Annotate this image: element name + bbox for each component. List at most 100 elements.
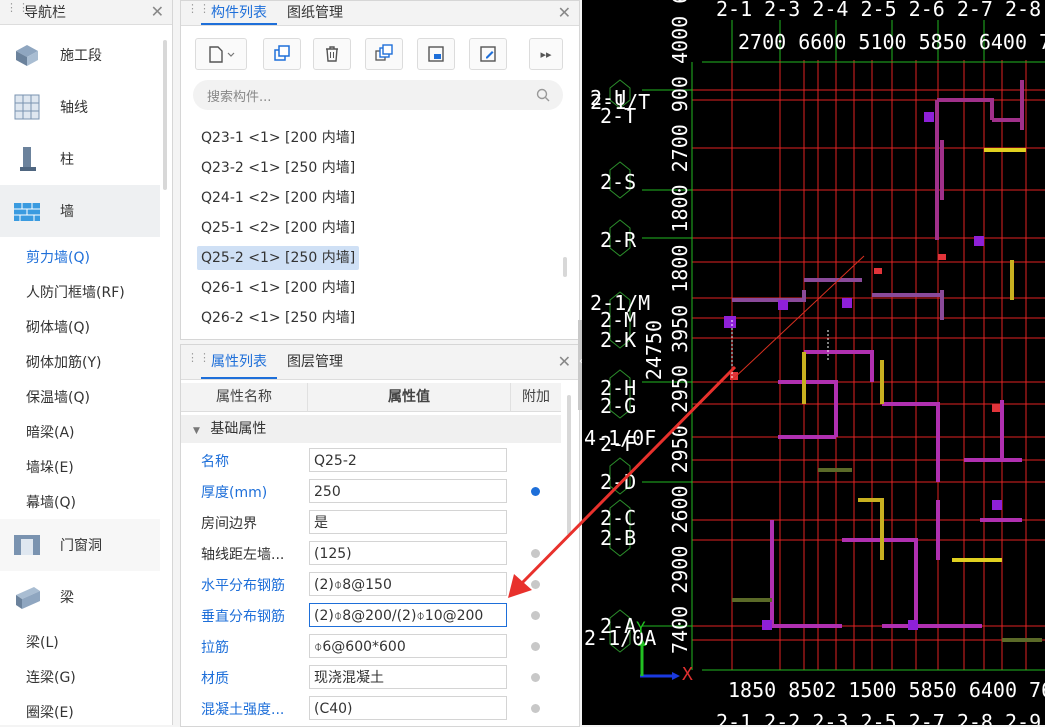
list-item[interactable]: Q26-2 <1> [250 内墙] — [197, 306, 359, 330]
property-name: 名称 — [201, 454, 229, 470]
property-name: 房间边界 — [201, 516, 257, 532]
axis-label: 2-S — [600, 170, 637, 194]
edit-component-button[interactable] — [469, 38, 507, 70]
list-item[interactable]: Q23-2 <1> [250 内墙] — [197, 156, 359, 180]
property-value-field[interactable]: (125) — [309, 541, 507, 565]
nav-item-masonry-reinforcement[interactable]: 砌体加筋(Y) — [26, 352, 101, 372]
nav-category-beam[interactable]: 梁 — [0, 571, 160, 623]
attach-unchecked-icon[interactable] — [531, 549, 540, 558]
save-component-button[interactable] — [417, 38, 455, 70]
nav-item-civil-defense-door-wall[interactable]: 人防门框墙(RF) — [26, 282, 125, 302]
axis-label: 2-B — [600, 526, 637, 550]
axis-label: 2-F — [600, 432, 637, 456]
navigation-panel: ⋮⋮ 导航栏 ✕ 施工段 轴线 柱 墙 剪力墙(Q) 人防门框墙(RF) 砌体墙… — [0, 0, 173, 725]
axis-grid-icon — [14, 94, 40, 120]
axis-label: 2-G — [600, 394, 637, 418]
property-value-field[interactable]: 是 — [309, 510, 507, 534]
list-item[interactable]: Q25-1 <2> [200 内墙] — [197, 216, 359, 240]
double-chevron-right-icon: ▸▸ — [540, 47, 552, 61]
close-icon[interactable]: ✕ — [558, 3, 571, 22]
drag-grip-icon[interactable]: ⋮⋮ — [6, 2, 29, 20]
attach-unchecked-icon[interactable] — [531, 704, 540, 713]
table-row: 轴线距左墙... (125) — [181, 538, 561, 569]
edit-icon — [480, 46, 496, 62]
header-property-value: 属性值 — [308, 383, 511, 412]
drag-grip-icon[interactable]: ⋮⋮ — [187, 352, 210, 370]
nav-item-hidden-beam[interactable]: 暗梁(A) — [26, 422, 75, 442]
component-list-panel: ⋮⋮ 构件列表 图纸管理 ✕ ▸▸ 搜索构件... Q23-1 <1> [200… — [180, 0, 580, 340]
property-group-basic[interactable]: ▼ 基础属性 — [181, 415, 561, 443]
property-value-field-focused[interactable]: (2)⌽8@200/(2)⌽10@200 — [309, 603, 507, 627]
property-value-field[interactable]: 现浇混凝土 — [309, 665, 507, 689]
copy-icon — [274, 45, 290, 61]
component-list-scrollbar[interactable] — [563, 257, 567, 277]
collapse-triangle-icon[interactable]: ▼ — [193, 426, 200, 436]
property-value-field[interactable]: (2)⌽8@150 — [309, 572, 507, 596]
property-value-field[interactable]: Q25-2 — [309, 448, 507, 472]
nav-item-coupling-beam[interactable]: 连梁(G) — [26, 667, 76, 687]
nav-category-axis[interactable]: 轴线 — [0, 81, 160, 133]
property-name: 拉筋 — [201, 640, 229, 656]
tab-property-list[interactable]: 属性列表 — [201, 345, 277, 379]
property-list-panel: ⋮⋮ 属性列表 图层管理 ✕ 属性名称 属性值 附加 ▼ 基础属性 名称 Q25… — [180, 344, 580, 727]
attach-unchecked-icon[interactable] — [531, 673, 540, 682]
nav-item-wall-pier[interactable]: 墙垛(E) — [26, 457, 74, 477]
property-value-field[interactable]: 250 — [309, 479, 507, 503]
delete-component-button[interactable] — [313, 38, 351, 70]
nav-item-curtain-wall[interactable]: 幕墙(Q) — [26, 492, 76, 512]
layer-copy-icon — [375, 44, 393, 61]
nav-category-construction-segment[interactable]: 施工段 — [0, 29, 160, 81]
nav-scrollbar[interactable] — [163, 40, 167, 190]
close-icon[interactable]: ✕ — [558, 352, 571, 371]
attach-unchecked-icon[interactable] — [531, 580, 540, 589]
list-item[interactable]: Q23-1 <1> [200 内墙] — [197, 126, 359, 150]
axis-label: 2-K — [600, 328, 637, 352]
nav-category-door-window[interactable]: 门窗洞 — [0, 519, 160, 571]
nav-category-column[interactable]: 柱 — [0, 133, 160, 185]
list-item[interactable]: Q26-1 <1> [200 内墙] — [197, 276, 359, 300]
table-row: 拉筋 ⌽6@600*600 — [181, 631, 561, 662]
layer-copy-button[interactable] — [365, 38, 403, 70]
left-dimension-labels: 7400 2900 2600 2950 2950 3950 1800 1800 … — [668, 0, 692, 654]
property-value-field[interactable]: (C40) — [309, 696, 507, 720]
table-row: 材质 现浇混凝土 — [181, 662, 561, 693]
nav-title: 导航栏 — [24, 5, 66, 21]
search-input[interactable]: 搜索构件... — [207, 86, 535, 105]
property-value-field[interactable]: ⌽6@600*600 — [309, 634, 507, 658]
attach-unchecked-icon[interactable] — [531, 642, 540, 651]
nav-item-masonry-wall[interactable]: 砌体墙(Q) — [26, 317, 90, 337]
nav-item-beam[interactable]: 梁(L) — [26, 632, 59, 652]
tab-layer-management[interactable]: 图层管理 — [277, 345, 353, 379]
table-row: 名称 Q25-2 — [181, 445, 561, 476]
nav-category-wall[interactable]: 墙 — [0, 185, 160, 237]
copy-component-button[interactable] — [263, 38, 301, 70]
y-axis-indicator: Y — [636, 618, 646, 637]
axis-label: 2-D — [600, 470, 637, 494]
nav-item-ring-beam[interactable]: 圈梁(E) — [26, 702, 74, 722]
search-icon[interactable] — [535, 87, 551, 103]
component-search-box[interactable]: 搜索构件... — [193, 80, 563, 110]
header-property-name: 属性名称 — [181, 383, 308, 412]
table-row: 水平分布钢筋 (2)⌽8@150 — [181, 569, 561, 600]
list-item[interactable]: Q24-1 <2> [200 内墙] — [197, 186, 359, 210]
tab-drawing-management[interactable]: 图纸管理 — [277, 1, 353, 25]
nav-item-insulation-wall[interactable]: 保温墙(Q) — [26, 387, 90, 407]
attach-unchecked-icon[interactable] — [531, 611, 540, 620]
top-dimension-labels: 2700 6600 5100 5850 6400 7500 100 350 — [738, 30, 1045, 54]
property-name: 轴线距左墙... — [201, 547, 285, 563]
property-name: 混凝土强度... — [201, 702, 285, 718]
more-options-button[interactable]: ▸▸ — [529, 38, 563, 70]
new-file-icon — [209, 46, 235, 63]
drag-grip-icon[interactable]: ⋮⋮ — [187, 3, 210, 21]
tab-component-list[interactable]: 构件列表 — [201, 1, 277, 25]
drawing-canvas[interactable]: 2-1 2-3 2-4 2-5 2-6 2-7 2-8 2-9 2-10 2-1… — [582, 0, 1045, 725]
list-item-selected[interactable]: Q25-2 <1> [250 内墙] — [197, 246, 360, 270]
wall-icon — [14, 203, 40, 221]
attach-checked-icon[interactable] — [531, 487, 540, 496]
property-list-scrollbar[interactable] — [567, 395, 571, 535]
bottom-dimension-labels: 1850 8502 1500 5850 6400 7600 350 — [728, 678, 1045, 702]
new-component-button[interactable] — [195, 38, 247, 70]
bottom-axis-labels: 2-1 2-2 2-3 2-5 2-7 2-8 2-9 2-10 2-11 2-… — [716, 710, 1045, 725]
nav-item-shear-wall[interactable]: 剪力墙(Q) — [26, 247, 90, 267]
close-icon[interactable]: ✕ — [151, 2, 164, 21]
